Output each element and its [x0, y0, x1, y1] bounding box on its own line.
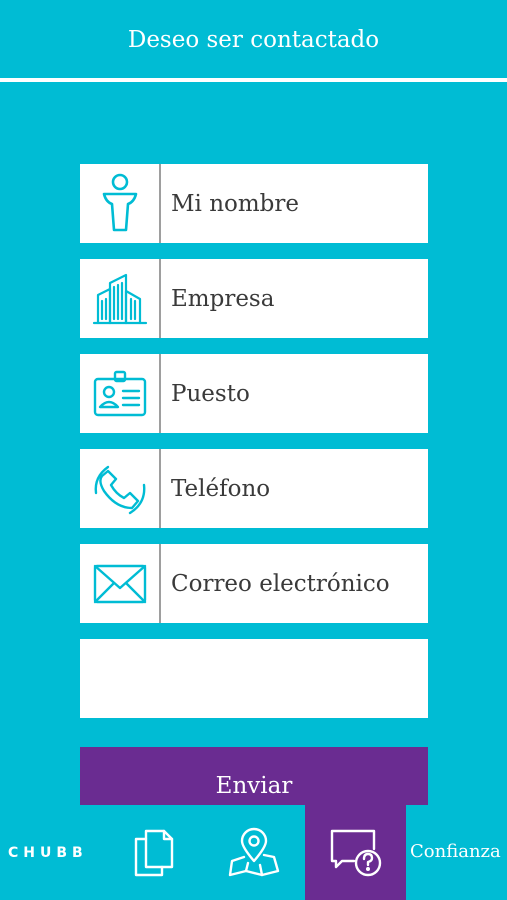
bottom-nav: CHUBB Confianza [0, 805, 507, 900]
person-icon [80, 164, 161, 243]
position-field[interactable]: Puesto [80, 354, 428, 433]
page-title: Deseo ser contactado [127, 27, 380, 53]
nav-help-button[interactable] [305, 805, 406, 900]
nav-map-button[interactable] [218, 805, 290, 900]
name-field-label: Mi nombre [171, 190, 300, 217]
chat-help-icon [330, 829, 381, 876]
email-field-label: Correo electrónico [171, 570, 390, 597]
phone-field[interactable]: Teléfono [80, 449, 428, 528]
nav-documents-button[interactable] [120, 805, 188, 900]
buildings-icon [80, 259, 161, 338]
header-bar: Deseo ser contactado [0, 0, 507, 78]
message-field[interactable] [80, 639, 428, 718]
phone-field-label: Teléfono [171, 475, 271, 502]
company-field[interactable]: Empresa [80, 259, 428, 338]
brand-logo: CHUBB [8, 845, 88, 861]
position-field-label: Puesto [171, 380, 250, 407]
envelope-icon [80, 544, 161, 623]
id-card-icon [80, 354, 161, 433]
email-field[interactable]: Correo electrónico [80, 544, 428, 623]
documents-icon [134, 829, 174, 876]
name-field[interactable]: Mi nombre [80, 164, 428, 243]
header-divider [0, 78, 507, 82]
company-field-label: Empresa [171, 285, 275, 312]
phone-icon [80, 449, 161, 528]
nav-active-label[interactable]: Confianza [410, 841, 501, 862]
map-pin-icon [228, 827, 280, 876]
